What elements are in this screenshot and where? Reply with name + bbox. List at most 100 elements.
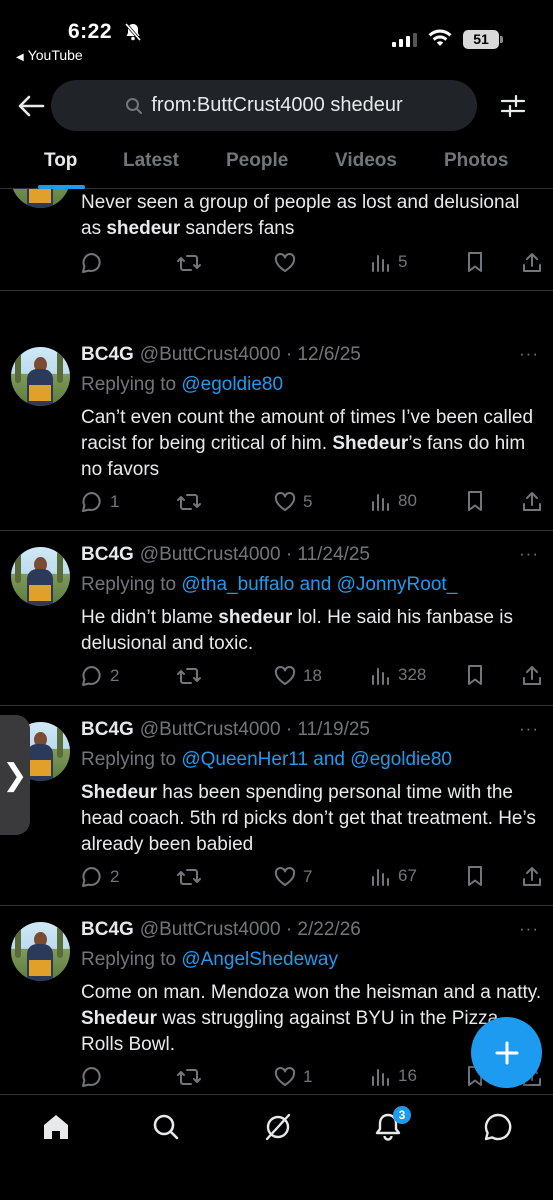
bookmark-icon <box>465 865 485 887</box>
share-icon <box>521 865 543 889</box>
like-count: 5 <box>303 492 313 511</box>
highlighted-keyword: shedeur <box>218 607 293 628</box>
avatar[interactable] <box>11 189 70 208</box>
repost-button[interactable] <box>176 490 208 514</box>
reply-mention-link[interactable]: @tha_buffalo and @JonnyRoot_ <box>181 574 457 595</box>
tweet-text: He didn’t blame shedeur lol. He said his… <box>81 605 543 657</box>
more-options-icon[interactable]: ··· <box>519 919 539 939</box>
bookmark-icon <box>465 490 485 512</box>
reply-count: 2 <box>110 666 120 685</box>
explore-search-icon[interactable] <box>150 1111 182 1143</box>
reply-button[interactable]: 2 <box>80 664 119 688</box>
back-arrow-icon[interactable] <box>16 92 46 120</box>
display-name[interactable]: BC4G <box>81 344 134 365</box>
share-button[interactable] <box>521 490 543 514</box>
display-name[interactable]: BC4G <box>81 719 134 740</box>
tab-videos[interactable]: Videos <box>335 150 397 172</box>
reply-mention-link[interactable]: @AngelShedeway <box>181 949 338 970</box>
tab-people[interactable]: People <box>226 150 288 172</box>
back-to-app-link[interactable]: ◀ YouTube <box>16 47 83 63</box>
user-handle[interactable]: @ButtCrust4000 <box>140 919 281 940</box>
tweet-date: · 12/6/25 <box>285 344 361 365</box>
tab-photos[interactable]: Photos <box>444 150 508 172</box>
tweet[interactable]: BC4G @ButtCrust4000 · 11/24/25 ··· Replying… <box>0 531 553 706</box>
repost-button[interactable] <box>176 865 208 889</box>
views-button[interactable]: 5 <box>370 251 407 273</box>
tweet-actions: 2 18 328 <box>80 664 543 690</box>
battery-tip <box>500 36 503 43</box>
repost-icon <box>176 664 202 688</box>
search-filter-icon[interactable] <box>499 92 527 120</box>
avatar[interactable] <box>11 922 70 981</box>
reply-button[interactable]: 1 <box>80 490 119 514</box>
more-options-icon[interactable]: ··· <box>519 544 539 564</box>
compose-post-button[interactable] <box>471 1017 542 1088</box>
repost-button[interactable] <box>176 664 208 688</box>
more-options-icon[interactable]: ··· <box>519 719 539 739</box>
bookmark-button[interactable] <box>465 490 485 512</box>
reply-button[interactable] <box>80 1065 110 1089</box>
tweet-actions: 5 <box>80 251 543 277</box>
repost-icon <box>176 251 202 275</box>
home-icon[interactable] <box>40 1111 72 1143</box>
views-chart-icon <box>370 1065 392 1087</box>
like-button[interactable] <box>273 251 303 275</box>
reply-mention-link[interactable]: @egoldie80 <box>181 374 283 395</box>
grok-icon[interactable] <box>262 1111 294 1143</box>
plus-icon <box>495 1041 518 1064</box>
tab-latest[interactable]: Latest <box>123 150 179 172</box>
repost-button[interactable] <box>176 251 208 275</box>
views-button[interactable]: 67 <box>370 865 417 887</box>
like-button[interactable]: 7 <box>273 865 312 889</box>
share-button[interactable] <box>521 251 543 275</box>
like-button[interactable]: 5 <box>273 490 312 514</box>
highlighted-keyword: Shedeur <box>81 782 158 803</box>
tweet[interactable]: Replying to @egoldie80Never seen a group… <box>0 189 553 291</box>
search-tabs: Top Latest People Videos Photos <box>0 140 553 189</box>
views-chart-icon <box>370 490 392 512</box>
views-chart-icon <box>370 664 392 686</box>
reply-button[interactable] <box>80 251 110 275</box>
display-name[interactable]: BC4G <box>81 919 134 940</box>
results-feed: Replying to @egoldie80 Never seen a group… <box>0 189 553 1094</box>
side-panel-handle[interactable]: ❯ <box>0 715 30 835</box>
reply-count: 2 <box>110 867 120 886</box>
tweet[interactable]: BC4G @ButtCrust4000 · 2/22/26 ··· Replying … <box>0 906 553 1094</box>
messages-icon[interactable] <box>482 1111 514 1143</box>
repost-button[interactable] <box>176 1065 208 1089</box>
search-input[interactable]: from:ButtCrust4000 shedeur <box>51 80 477 131</box>
bookmark-button[interactable] <box>465 251 485 273</box>
repost-icon <box>176 490 202 514</box>
like-button[interactable]: 1 <box>273 1065 312 1089</box>
display-name[interactable]: BC4G <box>81 544 134 565</box>
tweet[interactable]: BC4G @ButtCrust4000 · 11/19/25 ··· Replying… <box>0 706 553 906</box>
tab-top[interactable]: Top <box>44 150 77 172</box>
user-handle[interactable]: @ButtCrust4000 <box>140 544 281 565</box>
reply-icon <box>80 490 104 514</box>
reply-button[interactable]: 2 <box>80 865 119 889</box>
share-button[interactable] <box>521 664 543 688</box>
share-button[interactable] <box>521 865 543 889</box>
tweet[interactable]: BC4G @ButtCrust4000 · 12/6/25 ··· Replying … <box>0 331 553 531</box>
avatar[interactable] <box>11 547 70 606</box>
views-button[interactable]: 16 <box>370 1065 417 1087</box>
replying-to-prefix: Replying to <box>81 949 182 970</box>
highlighted-keyword: Shedeur <box>332 433 409 454</box>
views-button[interactable]: 328 <box>370 664 426 686</box>
share-icon <box>521 251 543 275</box>
user-handle[interactable]: @ButtCrust4000 <box>140 719 281 740</box>
bookmark-icon <box>465 251 485 273</box>
bookmark-button[interactable] <box>465 865 485 887</box>
replying-to-line: Replying to @QueenHer11 and @egoldie80 <box>81 749 452 771</box>
user-handle[interactable]: @ButtCrust4000 <box>140 344 281 365</box>
reply-mention-link[interactable]: @QueenHer11 and @egoldie80 <box>181 749 452 770</box>
tweet-actions: 1 5 80 <box>80 490 543 516</box>
tweet-text: Shedeur has been spending personal time … <box>81 780 543 858</box>
views-button[interactable]: 80 <box>370 490 417 512</box>
tweet-header: BC4G @ButtCrust4000 · 11/24/25 <box>81 544 370 566</box>
more-options-icon[interactable]: ··· <box>519 344 539 364</box>
share-icon <box>521 664 543 688</box>
avatar[interactable] <box>11 347 70 406</box>
like-button[interactable]: 18 <box>273 664 322 688</box>
bookmark-button[interactable] <box>465 664 485 686</box>
